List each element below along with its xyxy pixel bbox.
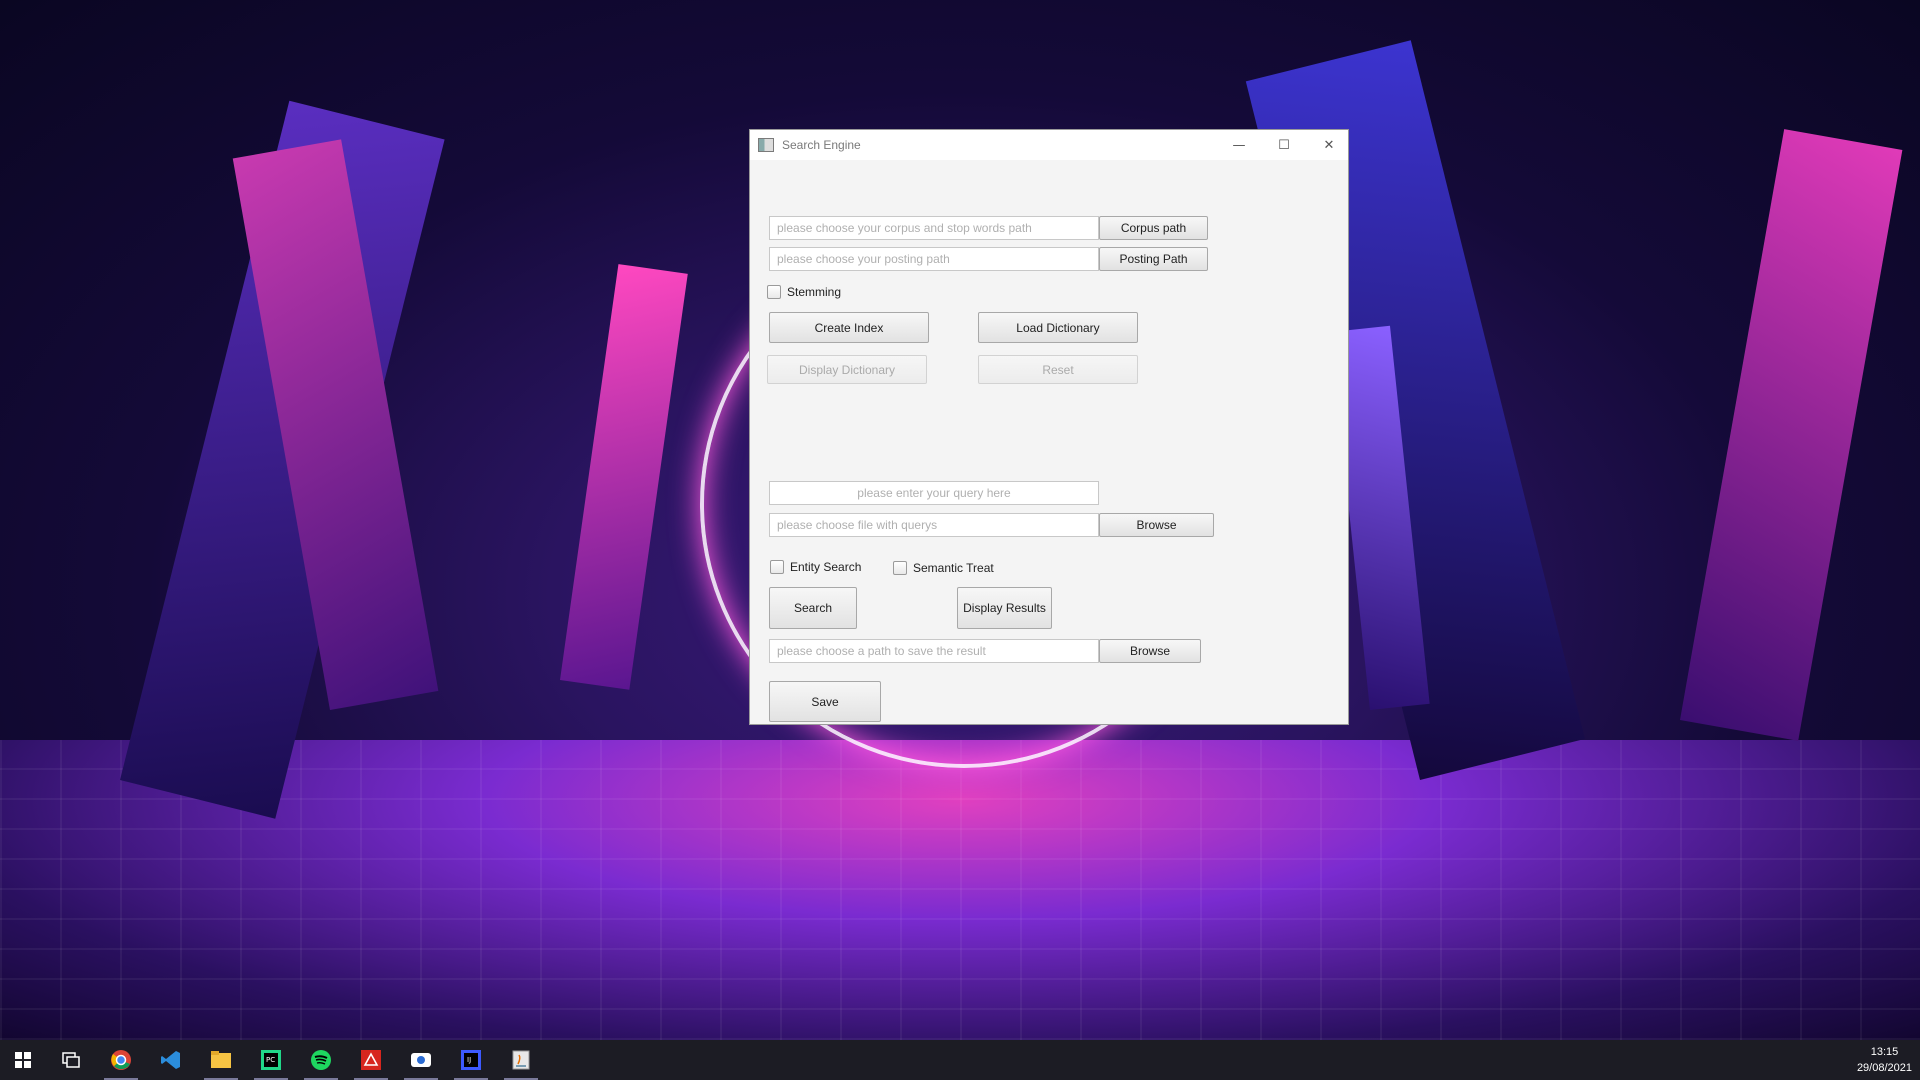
stemming-label: Stemming (787, 285, 842, 299)
search-button[interactable]: Search (769, 587, 857, 629)
wallpaper-floor (0, 740, 1920, 1040)
task-view-icon[interactable] (46, 1040, 96, 1080)
vscode-icon[interactable] (146, 1040, 196, 1080)
corpus-path-button[interactable]: Corpus path (1099, 216, 1208, 240)
maximize-button[interactable]: ☐ (1261, 130, 1307, 160)
java-app-icon (758, 138, 774, 152)
clock-date: 29/08/2021 (1856, 1062, 1912, 1074)
acrobat-icon[interactable] (346, 1040, 396, 1080)
save-button[interactable]: Save (769, 681, 881, 722)
search-engine-window: Search Engine — ☐ ✕ Corpus path Posting … (749, 129, 1349, 725)
taskbar-clock[interactable]: 13:15 29/08/2021 (1857, 1044, 1912, 1076)
file-explorer-icon[interactable] (196, 1040, 246, 1080)
semantic-treat-checkbox[interactable] (893, 561, 907, 575)
windows-start-icon[interactable] (0, 1040, 46, 1080)
posting-path-input[interactable] (769, 247, 1099, 271)
wallpaper-crystal (560, 264, 688, 690)
java-app-icon[interactable] (496, 1040, 546, 1080)
display-results-button[interactable]: Display Results (957, 587, 1052, 629)
minimize-button[interactable]: — (1216, 130, 1262, 160)
close-button[interactable]: ✕ (1306, 130, 1352, 160)
query-file-input[interactable] (769, 513, 1099, 537)
query-file-browse-button[interactable]: Browse (1099, 513, 1214, 537)
wallpaper-crystal (1680, 129, 1903, 741)
create-index-button[interactable]: Create Index (769, 312, 929, 343)
load-dictionary-button[interactable]: Load Dictionary (978, 312, 1138, 343)
posting-path-button[interactable]: Posting Path (1099, 247, 1208, 271)
corpus-path-input[interactable] (769, 216, 1099, 240)
chrome-icon[interactable] (96, 1040, 146, 1080)
save-path-input[interactable] (769, 639, 1099, 663)
svg-text:PC: PC (266, 1056, 275, 1064)
window-title: Search Engine (782, 138, 861, 152)
semantic-treat-label: Semantic Treat (913, 561, 994, 575)
screen-capture-icon[interactable] (396, 1040, 446, 1080)
pycharm-icon[interactable]: PC (246, 1040, 296, 1080)
intellij-icon[interactable]: IJ (446, 1040, 496, 1080)
entity-search-label: Entity Search (790, 560, 862, 574)
title-bar[interactable]: Search Engine — ☐ ✕ (750, 130, 1348, 160)
entity-search-checkbox[interactable] (770, 560, 784, 574)
stemming-checkbox[interactable] (767, 285, 781, 299)
svg-text:IJ: IJ (467, 1056, 471, 1064)
taskbar: PC IJ 13:15 29/08/2021 (0, 1040, 1920, 1080)
query-input[interactable] (769, 481, 1099, 505)
reset-button[interactable]: Reset (978, 355, 1138, 384)
spotify-icon[interactable] (296, 1040, 346, 1080)
display-dictionary-button[interactable]: Display Dictionary (767, 355, 927, 384)
clock-time: 13:15 (1870, 1046, 1899, 1058)
save-path-browse-button[interactable]: Browse (1099, 639, 1201, 663)
